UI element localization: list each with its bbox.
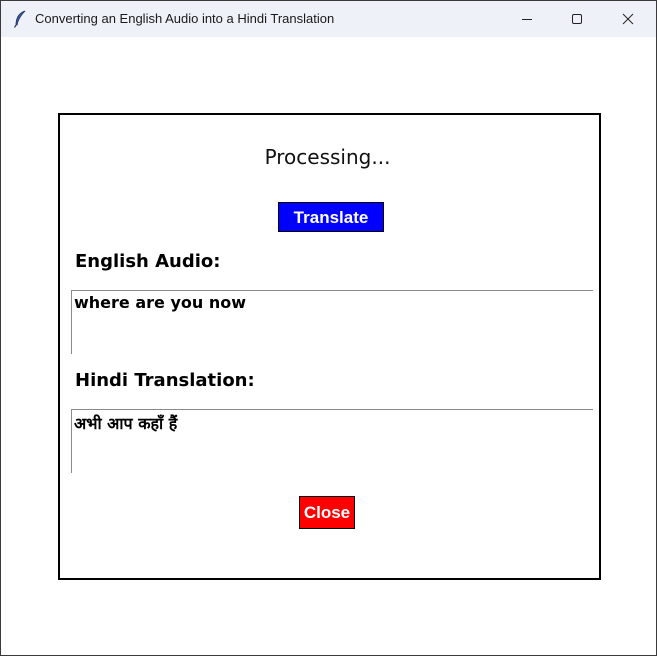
english-text-field[interactable]: where are you now [71,290,593,354]
title-bar[interactable]: Converting an English Audio into a Hindi… [1,1,656,37]
english-audio-label: English Audio: [75,251,221,272]
close-button[interactable]: Close [299,496,355,529]
hindi-text-value: अभी आप कहाँ हैं [74,414,178,433]
status-text: Processing... [264,145,391,169]
english-text-value: where are you now [74,293,246,312]
translate-button[interactable]: Translate [278,202,384,232]
window-close-button[interactable] [605,1,651,37]
maximize-button[interactable] [554,1,600,37]
minimize-button[interactable] [504,1,550,37]
window-title: Converting an English Audio into a Hindi… [35,11,335,26]
hindi-text-field[interactable]: अभी आप कहाँ हैं [71,409,593,473]
hindi-translation-label: Hindi Translation: [75,370,255,391]
app-window: Converting an English Audio into a Hindi… [0,0,657,656]
main-panel: Processing... Translate English Audio: w… [58,113,601,580]
feather-icon [13,10,27,28]
minimize-icon [522,19,532,20]
maximize-icon [572,14,582,24]
close-icon [622,13,634,25]
